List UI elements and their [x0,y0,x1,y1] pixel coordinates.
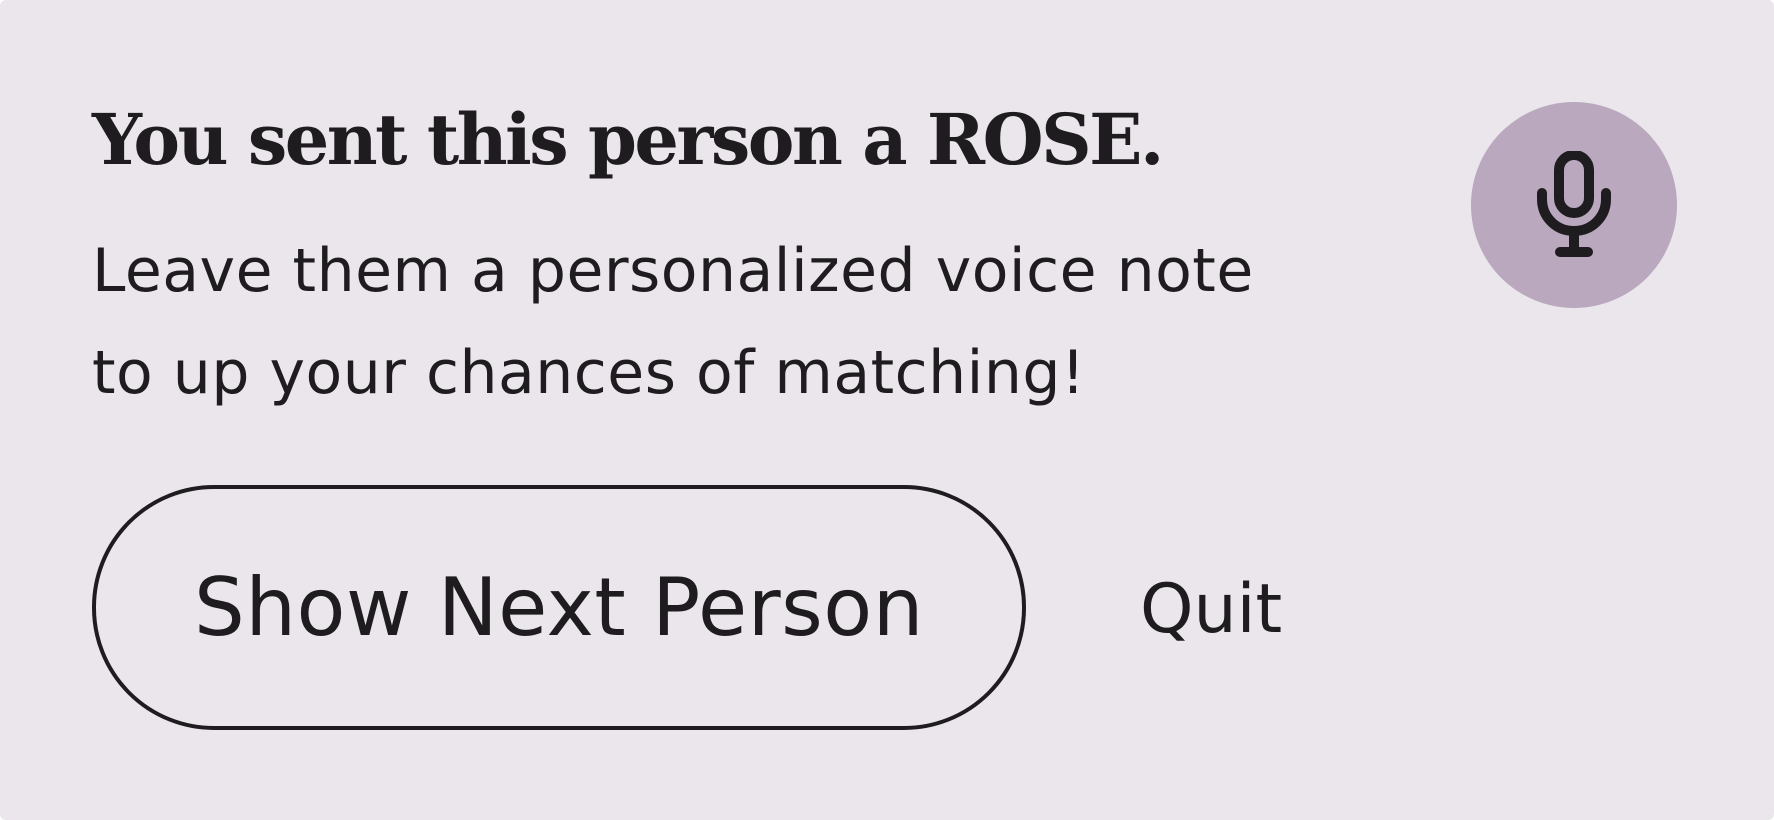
card-description: Leave them a personalized voice note to … [92,220,1372,424]
rose-sent-card: You sent this person a ROSE. Leave them … [0,0,1774,820]
record-voice-note-button[interactable] [1471,102,1677,308]
microphone-icon [1537,151,1611,257]
card-title: You sent this person a ROSE. [92,98,1164,181]
description-line-1: Leave them a personalized voice note [92,236,1254,306]
description-line-2: to up your chances of matching! [92,338,1086,408]
quit-button[interactable]: Quit [1140,560,1282,660]
show-next-person-button[interactable]: Show Next Person [92,485,1026,730]
